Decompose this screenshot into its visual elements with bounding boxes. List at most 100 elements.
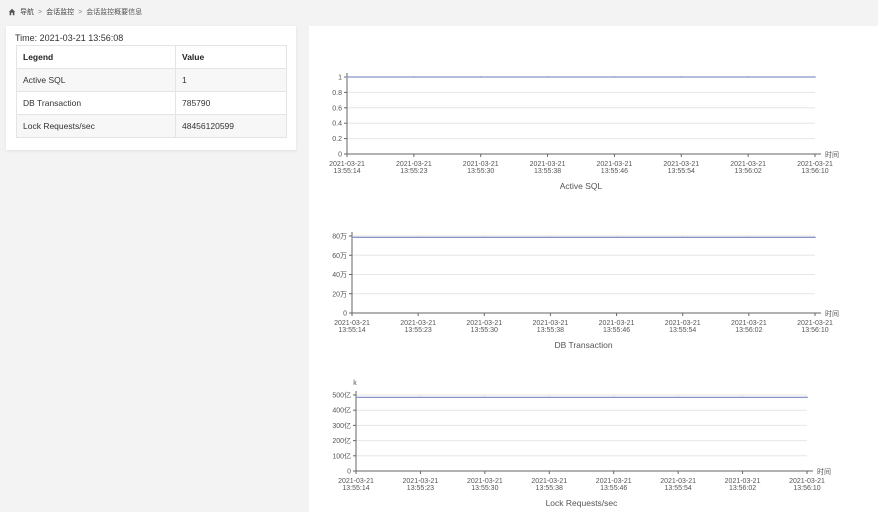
lock-requests-y-tick-label: 400亿 xyxy=(332,406,351,415)
active-sql-x-tick-label: 2021-03-21 xyxy=(396,161,432,168)
db-transaction-x-tick-label: 13:55:30 xyxy=(471,327,498,334)
db-transaction-x-tick-label: 2021-03-21 xyxy=(797,320,833,327)
db-transaction-x-tick-label: 13:55:46 xyxy=(603,327,630,334)
db-transaction-x-tick-label: 2021-03-21 xyxy=(731,320,767,327)
lock-requests-y-tick-label: 300亿 xyxy=(332,421,351,430)
active-sql-x-tick-label: 2021-03-21 xyxy=(663,161,699,168)
active-sql-x-tick-label: 13:55:46 xyxy=(601,168,628,175)
active-sql-x-tick-label: 13:55:23 xyxy=(400,168,427,175)
legend-cell: Active SQL xyxy=(16,68,176,92)
lock-requests-x-tick-label: 2021-03-21 xyxy=(660,478,696,485)
breadcrumb-nav-link[interactable]: 导航 xyxy=(20,7,34,17)
active-sql-x-tick-label: 2021-03-21 xyxy=(530,161,566,168)
db-transaction-chart-title: DB Transaction xyxy=(554,340,612,350)
active-sql-y-tick-label: 0.6 xyxy=(332,105,342,112)
lock-requests-data-point xyxy=(419,396,422,399)
summary-card: Time: 2021-03-21 13:56:08 Legend Value A… xyxy=(6,26,296,150)
active-sql-x-tick-label: 2021-03-21 xyxy=(463,161,499,168)
value-cell: 785790 xyxy=(175,91,287,115)
value-cell: 1 xyxy=(175,68,287,92)
active-sql-data-point xyxy=(680,76,683,78)
table-row: Lock Requests/sec 48456120599 xyxy=(16,114,287,138)
db-transaction-y-tick-label: 0 xyxy=(343,311,347,318)
column-header-value: Value xyxy=(175,45,287,69)
lock-requests-x-tick-label: 2021-03-21 xyxy=(531,478,567,485)
lock-requests-y-tick-label: 200亿 xyxy=(332,436,351,445)
db-transaction-x-tick-label: 13:55:23 xyxy=(405,327,432,334)
breadcrumb: 导航 > 会话监控 > 会话监控概要信息 xyxy=(8,5,142,19)
lock-requests-x-tick-label: 2021-03-21 xyxy=(789,478,825,485)
breadcrumb-session-monitor-link[interactable]: 会话监控 xyxy=(46,7,74,17)
db-transaction-x-tick-label: 13:55:54 xyxy=(669,327,696,334)
db-transaction-x-tick-label: 2021-03-21 xyxy=(599,320,635,327)
active-sql-data-point xyxy=(546,76,549,78)
db-transaction-x-tick-label: 2021-03-21 xyxy=(334,320,370,327)
db-transaction-y-tick-label: 80万 xyxy=(332,233,347,241)
db-transaction-x-tick-label: 13:55:38 xyxy=(537,327,564,334)
active-sql-data-point xyxy=(413,76,415,78)
active-sql-x-tick-label: 2021-03-21 xyxy=(329,161,365,168)
active-sql-x-tick-label: 13:55:38 xyxy=(534,168,561,175)
lock-requests-x-axis-name: 时间 xyxy=(817,467,831,476)
active-sql-y-tick-label: 0.4 xyxy=(332,121,342,128)
lock-requests-data-point xyxy=(677,396,679,399)
lock-requests-x-tick-label: 13:55:14 xyxy=(342,485,369,492)
db-transaction-x-tick-label: 13:56:02 xyxy=(735,327,762,334)
db-transaction-x-tick-label: 2021-03-21 xyxy=(533,320,569,327)
breadcrumb-separator: > xyxy=(78,8,83,16)
db-transaction-y-tick-label: 60万 xyxy=(332,252,347,260)
lock-requests-x-tick-label: 13:56:10 xyxy=(793,485,820,492)
active-sql-chart: 00.20.40.60.812021-03-2113:55:142021-03-… xyxy=(329,73,839,508)
lock-requests-data-point xyxy=(355,396,357,399)
active-sql-x-tick-label: 13:55:54 xyxy=(668,168,695,175)
db-transaction-data-point xyxy=(814,236,816,239)
db-transaction-data-point xyxy=(549,236,552,239)
db-transaction-x-axis-name: 时间 xyxy=(825,309,839,318)
lock-requests-x-tick-label: 13:55:54 xyxy=(665,485,692,492)
lock-requests-data-point xyxy=(741,396,744,399)
active-sql-data-point xyxy=(613,76,616,78)
breadcrumb-current: 会话监控概要信息 xyxy=(86,9,143,16)
db-transaction-data-point xyxy=(483,236,486,239)
db-transaction-x-tick-label: 13:56:10 xyxy=(801,327,828,334)
lock-requests-x-tick-label: 2021-03-21 xyxy=(338,478,374,485)
db-transaction-data-point xyxy=(681,236,684,239)
lock-requests-chart-title: Lock Requests/sec xyxy=(546,498,619,508)
active-sql-x-tick-label: 13:56:10 xyxy=(801,168,828,175)
db-transaction-x-tick-label: 2021-03-21 xyxy=(400,320,436,327)
active-sql-data-point xyxy=(747,76,749,78)
active-sql-x-tick-label: 13:56:02 xyxy=(735,168,762,175)
legend-cell: DB Transaction xyxy=(16,91,176,115)
lock-requests-y-tick-label: 0 xyxy=(347,469,351,476)
table-header-row: Legend Value xyxy=(16,45,287,69)
lock-requests-data-point xyxy=(548,396,551,399)
active-sql-data-point xyxy=(814,76,816,78)
active-sql-y-tick-label: 1 xyxy=(338,75,342,82)
lock-requests-unit-label: k xyxy=(353,380,357,387)
active-sql-y-tick-label: 0 xyxy=(338,152,342,159)
db-transaction-data-point xyxy=(748,236,750,239)
db-transaction-x-tick-label: 13:55:14 xyxy=(338,327,365,334)
db-transaction-y-tick-label: 20万 xyxy=(332,290,347,298)
active-sql-y-tick-label: 0.2 xyxy=(332,136,342,143)
active-sql-x-tick-label: 13:55:14 xyxy=(333,168,360,175)
lock-requests-x-tick-label: 2021-03-21 xyxy=(467,478,503,485)
active-sql-data-point xyxy=(479,76,482,78)
lock-requests-data-point xyxy=(806,396,808,399)
lock-requests-y-tick-label: 100亿 xyxy=(332,451,351,460)
column-header-legend: Legend xyxy=(16,45,176,69)
db-transaction-x-tick-label: 2021-03-21 xyxy=(665,320,701,327)
active-sql-x-tick-label: 13:55:30 xyxy=(467,168,494,175)
lock-requests-x-tick-label: 13:56:02 xyxy=(729,485,756,492)
lock-requests-x-tick-label: 2021-03-21 xyxy=(596,478,632,485)
lock-requests-data-point xyxy=(612,396,615,399)
legend-cell: Lock Requests/sec xyxy=(16,114,176,138)
db-transaction-y-tick-label: 40万 xyxy=(332,271,347,279)
table-row: Active SQL 1 xyxy=(16,68,287,92)
db-transaction-data-point xyxy=(615,236,618,239)
db-transaction-x-tick-label: 2021-03-21 xyxy=(466,320,502,327)
table-row: DB Transaction 785790 xyxy=(16,91,287,115)
db-transaction-data-point xyxy=(417,236,419,239)
lock-requests-x-tick-label: 2021-03-21 xyxy=(403,478,439,485)
lock-requests-x-tick-label: 13:55:38 xyxy=(536,485,563,492)
